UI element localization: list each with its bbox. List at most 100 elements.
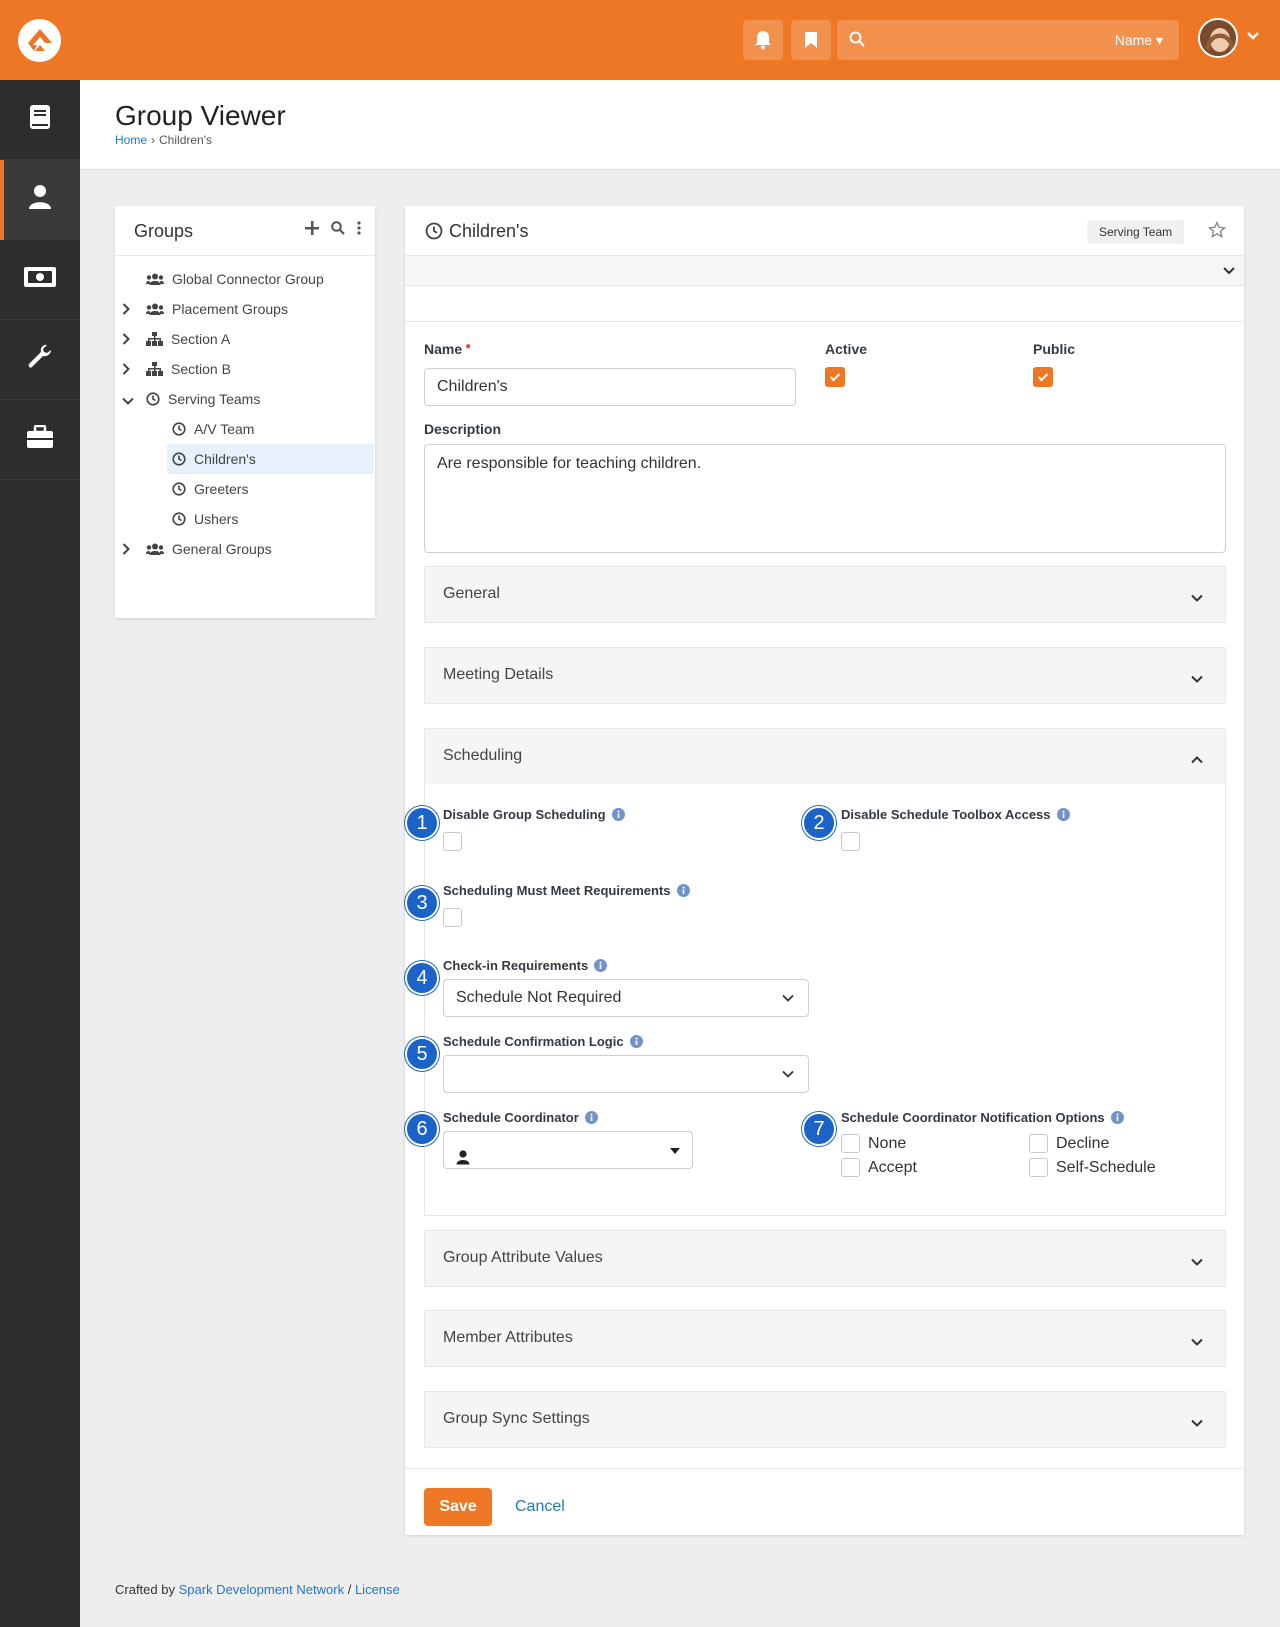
section-member-attributes[interactable]: Member Attributes bbox=[424, 1310, 1226, 1367]
users-icon bbox=[146, 273, 164, 286]
scheduling-must-meet-requirements-checkbox[interactable] bbox=[443, 908, 462, 927]
callout-badge: 6 bbox=[405, 1112, 439, 1146]
chevron-right-icon[interactable] bbox=[122, 362, 130, 378]
scheduling-must-meet-requirements-label: Scheduling Must Meet Requirements bbox=[443, 883, 690, 900]
schedule-coordinator-label: Schedule Coordinator bbox=[443, 1110, 598, 1127]
notify-decline-checkbox[interactable] bbox=[1029, 1134, 1048, 1153]
sidebar-item-book[interactable] bbox=[0, 80, 80, 160]
bookmark-icon[interactable] bbox=[791, 20, 831, 60]
description-textarea[interactable]: Are responsible for teaching children. bbox=[424, 444, 1226, 553]
schedule-coordinator-picker[interactable] bbox=[443, 1131, 693, 1169]
callout-badge: 5 bbox=[405, 1037, 439, 1071]
panel-footer-divider bbox=[405, 1468, 1244, 1469]
tree-item-label: Children's bbox=[194, 451, 256, 467]
info-icon[interactable] bbox=[611, 807, 625, 824]
section-meeting-details[interactable]: Meeting Details bbox=[424, 647, 1226, 704]
section-scheduling[interactable]: Scheduling bbox=[424, 728, 1226, 785]
cancel-button[interactable]: Cancel bbox=[515, 1498, 565, 1516]
book-icon bbox=[29, 104, 51, 135]
section-group-attribute-values[interactable]: Group Attribute Values bbox=[424, 1230, 1226, 1287]
license-link[interactable]: License bbox=[355, 1582, 400, 1597]
breadcrumb: Home › Children's bbox=[115, 133, 212, 147]
notify-self-schedule-checkbox[interactable] bbox=[1029, 1158, 1048, 1177]
tree-item-section-b[interactable]: Section B bbox=[122, 354, 231, 384]
name-input[interactable]: Children's bbox=[424, 368, 796, 406]
sidebar-item-finance[interactable] bbox=[0, 240, 80, 320]
tree-item-label: Section A bbox=[171, 331, 231, 347]
tree-item-greeters[interactable]: Greeters bbox=[172, 474, 248, 504]
save-button[interactable]: Save bbox=[424, 1488, 492, 1526]
avatar[interactable] bbox=[1198, 18, 1238, 58]
clock-icon bbox=[146, 392, 160, 406]
notify-accept-label: Accept bbox=[868, 1159, 917, 1176]
search-icon[interactable] bbox=[331, 221, 345, 240]
chevron-down-icon bbox=[1191, 670, 1203, 688]
tree-item-serving-teams[interactable]: Serving Teams bbox=[122, 384, 260, 414]
sidebar-item-people[interactable] bbox=[0, 160, 80, 240]
callout-badge: 7 bbox=[802, 1112, 836, 1146]
add-group-icon[interactable] bbox=[305, 221, 319, 240]
money-icon bbox=[23, 266, 57, 293]
chevron-down-icon bbox=[782, 980, 794, 1016]
tree-item-global-connector-group[interactable]: Global Connector Group bbox=[146, 264, 324, 294]
info-icon[interactable] bbox=[584, 1110, 598, 1127]
more-options-icon[interactable] bbox=[357, 221, 361, 240]
section-title: Scheduling bbox=[443, 747, 523, 764]
search-scope-dropdown[interactable]: Name ▾ bbox=[1115, 32, 1163, 49]
active-checkbox[interactable] bbox=[825, 367, 845, 387]
sidebar-item-admin[interactable] bbox=[0, 400, 80, 480]
briefcase-icon bbox=[26, 424, 54, 454]
tree-item-label: A/V Team bbox=[194, 421, 255, 437]
checkin-requirements-select[interactable]: Schedule Not Required bbox=[443, 979, 809, 1017]
chevron-down-icon[interactable] bbox=[122, 392, 134, 408]
tree-item-av-team[interactable]: A/V Team bbox=[172, 414, 254, 444]
disable-toolbox-access-checkbox[interactable] bbox=[841, 832, 860, 851]
section-group-sync-settings[interactable]: Group Sync Settings bbox=[424, 1391, 1226, 1448]
chevron-right-icon[interactable] bbox=[122, 302, 130, 318]
info-icon[interactable] bbox=[1056, 807, 1070, 824]
public-label: Public bbox=[1033, 341, 1076, 357]
info-icon[interactable] bbox=[629, 1034, 643, 1051]
chevron-up-icon bbox=[1191, 751, 1203, 769]
chevron-down-icon bbox=[1191, 589, 1203, 607]
tree-item-general-groups[interactable]: General Groups bbox=[122, 534, 272, 564]
groups-panel-header: Groups bbox=[115, 206, 375, 256]
star-icon[interactable] bbox=[1207, 220, 1227, 244]
info-icon[interactable] bbox=[1110, 1110, 1124, 1127]
chevron-down-icon[interactable] bbox=[1246, 28, 1260, 46]
callout-badge: 3 bbox=[405, 886, 439, 920]
footer-separator: / bbox=[347, 1582, 352, 1597]
chevron-right-icon[interactable] bbox=[122, 542, 130, 558]
clock-icon bbox=[172, 452, 186, 466]
chevron-down-icon bbox=[1191, 1253, 1203, 1271]
notify-decline-label: Decline bbox=[1056, 1135, 1110, 1152]
breadcrumb-home-link[interactable]: Home bbox=[115, 133, 147, 147]
info-icon[interactable] bbox=[676, 883, 690, 900]
tree-item-placement-groups[interactable]: Placement Groups bbox=[122, 294, 288, 324]
notify-accept-checkbox[interactable] bbox=[841, 1158, 860, 1177]
sidebar-item-tools[interactable] bbox=[0, 320, 80, 400]
group-title: Children's bbox=[449, 221, 529, 241]
users-icon bbox=[146, 303, 164, 316]
clock-icon bbox=[172, 482, 186, 496]
info-icon[interactable] bbox=[594, 958, 608, 975]
breadcrumb-separator-icon: › bbox=[151, 133, 156, 147]
chevron-right-icon[interactable] bbox=[122, 332, 130, 348]
schedule-confirmation-logic-select[interactable] bbox=[443, 1055, 809, 1093]
required-indicator: ● bbox=[465, 341, 472, 352]
tree-item-section-a[interactable]: Section A bbox=[122, 324, 231, 354]
spark-link[interactable]: Spark Development Network bbox=[179, 1582, 344, 1597]
tree-item-ushers[interactable]: Ushers bbox=[172, 504, 238, 534]
chevron-down-icon[interactable] bbox=[1222, 263, 1236, 281]
public-checkbox[interactable] bbox=[1033, 367, 1053, 387]
disable-toolbox-access-label: Disable Schedule Toolbox Access bbox=[841, 807, 1070, 824]
tree-item-childrens[interactable]: Children's bbox=[172, 444, 256, 474]
search-bar[interactable]: Name ▾ bbox=[837, 20, 1179, 60]
notify-none-checkbox[interactable] bbox=[841, 1134, 860, 1153]
breadcrumb-current: Children's bbox=[159, 133, 212, 147]
disable-group-scheduling-checkbox[interactable] bbox=[443, 832, 462, 851]
section-general[interactable]: General bbox=[424, 566, 1226, 623]
person-icon bbox=[456, 1143, 470, 1179]
notifications-bell-icon[interactable] bbox=[743, 20, 783, 60]
rock-logo-icon[interactable] bbox=[18, 19, 61, 62]
